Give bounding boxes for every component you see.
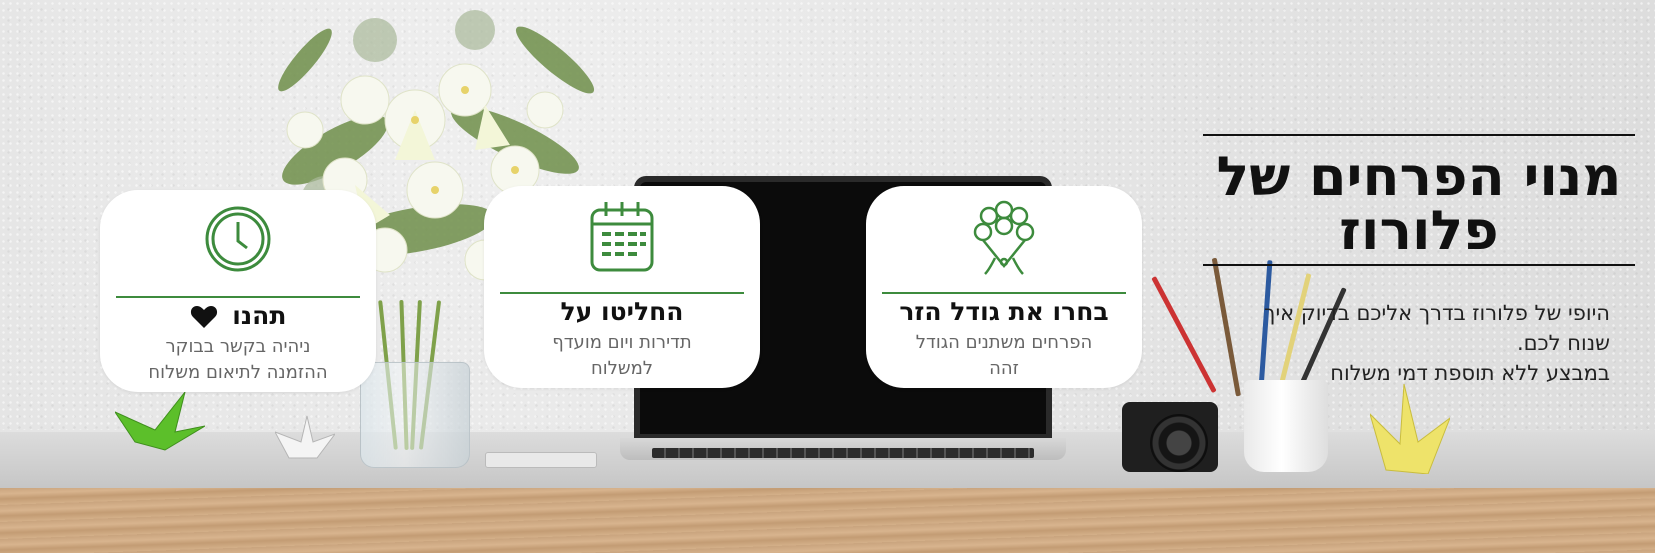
card-subtitle-line-1: ניהיה בקשר בבוקר bbox=[165, 336, 311, 357]
calendar-icon bbox=[590, 202, 654, 272]
card-title: החליטו על bbox=[560, 297, 684, 326]
card-subtitle-line-2: ההזמנה לתיאום משלוח bbox=[148, 362, 328, 383]
clock-icon bbox=[205, 206, 271, 272]
card-title-text: תהנו bbox=[232, 301, 287, 330]
hero-description: היופי של פלורוז בדרך אליכם בדיוק איך שנו… bbox=[1190, 298, 1610, 388]
desk-wood-edge bbox=[0, 488, 1655, 553]
headline-line-1: מנוי הפרחים של bbox=[1216, 145, 1622, 208]
step-card-enjoy: תהנו ניהיה בקשר בבוקר ההזמנה לתיאום משלו… bbox=[100, 190, 376, 392]
hero-headline-block: מנוי הפרחים של פלורוז bbox=[1203, 134, 1635, 266]
headline-line-2: פלורוז bbox=[1339, 199, 1499, 262]
step-card-bouquet-size: בחרו את גודל הזר הפרחים משתנים הגודל זהה bbox=[866, 186, 1142, 388]
hero-headline: מנוי הפרחים של פלורוז bbox=[1203, 150, 1635, 258]
green-origami-crane bbox=[115, 392, 205, 451]
card-title: בחרו את גודל הזר bbox=[899, 297, 1109, 326]
yellow-origami-crane bbox=[1370, 384, 1450, 474]
card-subtitle-line-1: תדירות ויום מועדף bbox=[552, 332, 692, 353]
heart-icon bbox=[190, 306, 217, 328]
headline-bottom-rule bbox=[1203, 264, 1635, 266]
step-card-frequency: החליטו על תדירות ויום מועדף למשלוח bbox=[484, 186, 760, 388]
card-subtitle-line-2: למשלוח bbox=[590, 358, 654, 379]
description-line-1: היופי של פלורוז בדרך אליכם בדיוק איך bbox=[1264, 301, 1610, 325]
headline-top-rule bbox=[1203, 134, 1635, 136]
card-subtitle-line-2: זהה bbox=[989, 358, 1019, 379]
card-subtitle: תדירות ויום מועדף למשלוח bbox=[494, 330, 750, 382]
camera-lens bbox=[1150, 414, 1208, 472]
card-title: תהנו bbox=[100, 298, 376, 334]
card-subtitle: ניהיה בקשר בבוקר ההזמנה לתיאום משלוח bbox=[110, 334, 366, 386]
card-subtitle-line-1: הפרחים משתנים הגודל bbox=[915, 332, 1093, 353]
description-line-3: במבצע ללא תוספת דמי משלוח bbox=[1330, 361, 1610, 385]
white-origami-crane bbox=[275, 415, 335, 459]
smartphone bbox=[485, 452, 597, 468]
bouquet-icon bbox=[973, 200, 1035, 275]
card-subtitle: הפרחים משתנים הגודל זהה bbox=[876, 330, 1132, 382]
description-line-2: שנוח לכם. bbox=[1516, 331, 1610, 355]
